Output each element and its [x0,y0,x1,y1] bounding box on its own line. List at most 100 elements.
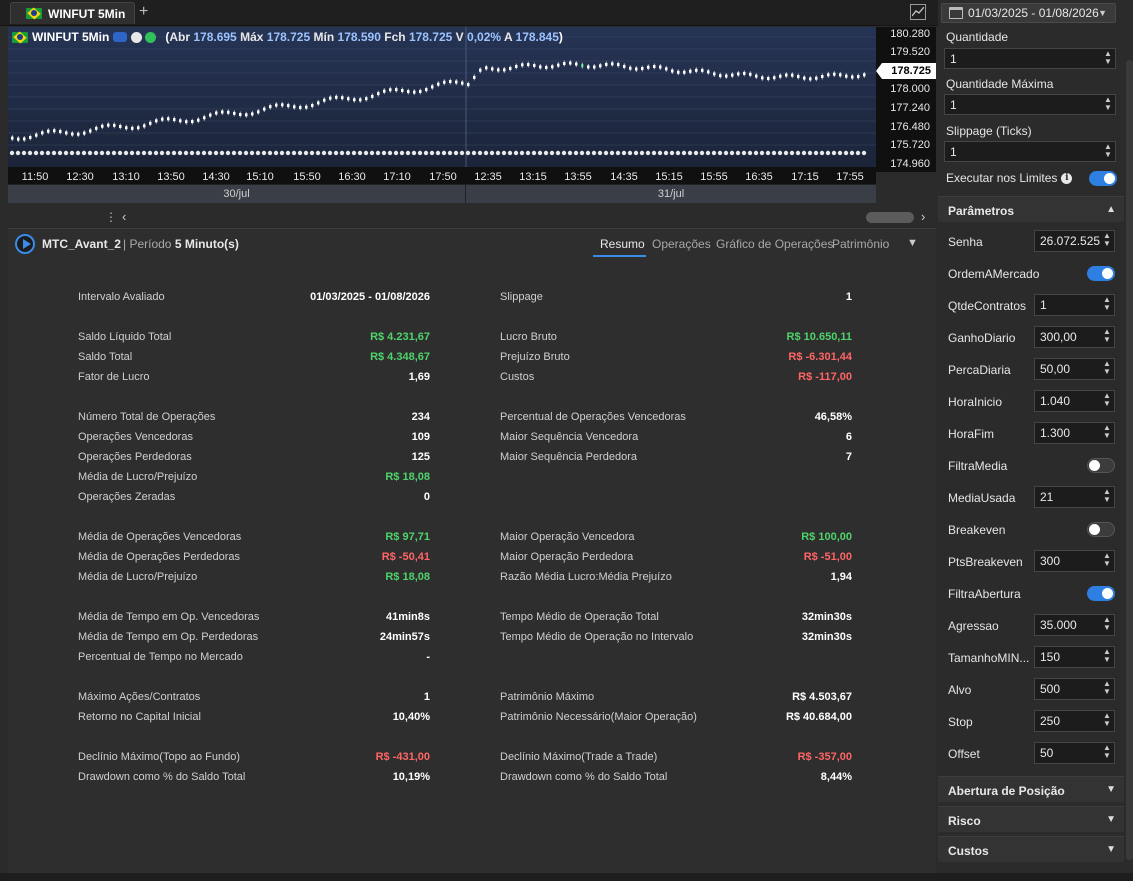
stepper-icon[interactable]: ▲ ▼ [1102,680,1112,696]
marker-dot [705,150,711,156]
section-abertura-posicao[interactable]: Abertura de Posição ▼ [938,776,1124,802]
stat-label: Tempo Médio de Operação Total [500,611,659,623]
tab-winfut[interactable]: WINFUT 5Min [10,2,135,24]
chevron-down-icon[interactable]: ▼ [907,237,918,249]
marker-dot [417,150,423,156]
stepper-icon[interactable]: ▲ ▼ [1102,296,1112,312]
stat-row: Patrimônio Necessário(Maior Operação) R$ … [500,711,852,727]
param-toggle[interactable] [1087,586,1115,601]
time-tick: 13:50 [157,171,185,183]
date-label: 31/jul [657,188,685,200]
stepper-icon[interactable]: ▲ ▼ [1102,360,1112,376]
stepper-icon[interactable]: ▲ ▼ [1102,744,1112,760]
stepper-icon[interactable]: ▲ ▼ [1102,712,1112,728]
param-input[interactable]: 300,00 ▲ ▼ [1034,326,1115,348]
tab-operacoes[interactable]: Operações [652,237,711,251]
marker-dot [477,150,483,156]
stepper-icon[interactable]: ▲ ▼ [1102,424,1112,440]
stat-value: R$ 4.503,67 [792,691,852,703]
stepper-icon[interactable]: ▲ ▼ [1102,488,1112,504]
param-label: QtdeContratos [948,299,1027,313]
time-tick: 17:10 [383,171,411,183]
quantidade-input[interactable]: 1 ▲ ▼ [944,48,1116,69]
date-bar: 30/jul 31/jul [8,184,876,203]
marker-dot [513,150,519,156]
param-input[interactable]: 1 ▲ ▼ [1034,294,1115,316]
param-label: MediaUsada [948,491,1016,505]
executar-limites-toggle[interactable] [1089,171,1117,186]
section-risco[interactable]: Risco ▼ [938,806,1124,832]
section-custos[interactable]: Custos ▼ [938,836,1124,862]
marker-dot [699,150,705,156]
marker-dot [141,150,147,156]
stepper-icon[interactable]: ▲ ▼ [1102,232,1112,248]
stat-label: Número Total de Operações [78,411,216,423]
add-tab-button[interactable]: + [139,3,148,21]
param-label: HoraFim [948,427,995,441]
stepper-icon[interactable]: ▲ ▼ [1102,328,1112,344]
tab-grafico-operacoes[interactable]: Gráfico de Operações [716,237,833,251]
stat-label: Maior Operação Vencedora [500,531,635,543]
marker-dot [783,150,789,156]
param-toggle[interactable] [1087,266,1115,281]
marker-dot [813,150,819,156]
chart-scrollbar[interactable]: ⋮ ‹ › [8,208,936,226]
minus-circle-icon[interactable] [131,31,143,43]
param-toggle[interactable] [1087,458,1115,473]
marker-dot [843,150,849,156]
param-input[interactable]: 250 ▲ ▼ [1034,710,1115,732]
stat-label: Slippage [500,291,543,303]
report-header: MTC_Avant_2 | Período 5 Minuto(s) Resumo… [8,229,936,259]
param-toggle[interactable] [1087,522,1115,537]
price-chart[interactable]: WINFUT 5Min (Abr 178.695 Máx 178.725 Mín… [8,27,876,203]
stat-row: Maior Operação Vencedora R$ 100,00 [500,531,852,547]
param-input[interactable]: 1.040 ▲ ▼ [1034,390,1115,412]
scroll-thumb[interactable] [866,212,914,223]
tab-patrimonio[interactable]: Patrimônio [832,237,889,251]
stat-value: R$ -431,00 [375,751,430,763]
param-label: Breakeven [948,523,1006,537]
param-input[interactable]: 26.072.525 ▲ ▼ [1034,230,1115,252]
param-input[interactable]: 50 ▲ ▼ [1034,742,1115,764]
stat-label: Percentual de Operações Vencedoras [500,411,686,423]
chart-type-icon[interactable] [910,4,926,20]
scroll-left-icon[interactable]: ‹ [122,209,126,224]
param-input[interactable]: 500 ▲ ▼ [1034,678,1115,700]
info-icon[interactable]: i [1061,173,1073,185]
param-input[interactable]: 35.000 ▲ ▼ [1034,614,1115,636]
marker-dot [57,150,63,156]
panel-scrollbar[interactable] [1126,60,1133,860]
play-icon[interactable] [15,234,35,254]
time-tick: 15:10 [246,171,274,183]
time-tick: 12:35 [474,171,502,183]
date-range-select[interactable]: 01/03/2025 - 01/08/2026 ▼ [941,3,1116,23]
stepper-icon[interactable]: ▲ ▼ [1103,96,1113,112]
param-row: TamanhoMIN... 150 ▲ ▼ [938,642,1124,674]
tab-resumo[interactable]: Resumo [600,237,645,251]
marker-dot [99,150,105,156]
stepper-icon[interactable]: ▲ ▼ [1102,552,1112,568]
stepper-icon[interactable]: ▲ ▼ [1103,50,1113,66]
stat-label: Média de Operações Perdedoras [78,551,241,563]
param-input[interactable]: 150 ▲ ▼ [1034,646,1115,668]
stepper-icon[interactable]: ▲ ▼ [1102,392,1112,408]
chart-plot-area[interactable]: WINFUT 5Min (Abr 178.695 Máx 178.725 Mín… [8,27,876,167]
scroll-right-icon[interactable]: › [921,209,925,224]
more-options-icon[interactable]: ⋮ [105,210,117,224]
param-input[interactable]: 300 ▲ ▼ [1034,550,1115,572]
marker-dot [297,150,303,156]
param-label: FiltraAbertura [948,587,1021,601]
slippage-input[interactable]: 1 ▲ ▼ [944,141,1116,162]
quantidade-maxima-input[interactable]: 1 ▲ ▼ [944,94,1116,115]
param-input[interactable]: 21 ▲ ▼ [1034,486,1115,508]
section-parametros[interactable]: Parâmetros ▲ [938,196,1124,222]
active-tab-indicator [593,255,646,257]
param-input[interactable]: 1.300 ▲ ▼ [1034,422,1115,444]
stepper-icon[interactable]: ▲ ▼ [1103,143,1113,159]
param-input[interactable]: 50,00 ▲ ▼ [1034,358,1115,380]
price-axis[interactable]: 178.725 180.280 179.520 178.000 177.240 176.… [876,27,936,172]
stepper-icon[interactable]: ▲ ▼ [1102,648,1112,664]
brazil-flag-icon [12,31,28,43]
marker-dot [633,150,639,156]
stepper-icon[interactable]: ▲ ▼ [1102,616,1112,632]
